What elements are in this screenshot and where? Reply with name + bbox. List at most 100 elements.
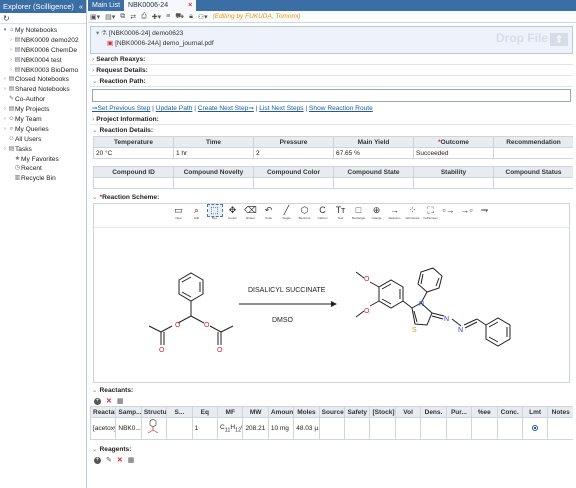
table-cell[interactable]: [173, 177, 254, 189]
column-header[interactable]: MF: [217, 406, 244, 418]
section-reaction-details[interactable]: ⌄ Reaction Details:: [90, 125, 573, 136]
lock-icon[interactable]: 🔒︎: [189, 13, 193, 21]
tree-item[interactable]: › ⌕ My Queries: [0, 125, 86, 135]
table-options-icon[interactable]: ▦: [117, 397, 124, 405]
editor-tool-button[interactable]: ⬚ Box: [206, 204, 223, 221]
print-icon[interactable]: ⎙: [141, 13, 147, 21]
column-header[interactable]: [Stock]: [369, 406, 396, 418]
table-cell[interactable]: NBK0...: [115, 417, 142, 440]
tree-item[interactable]: ▥ Recycle Bin: [0, 174, 86, 184]
column-header[interactable]: %ee: [471, 406, 498, 418]
column-header[interactable]: Recommendation: [493, 136, 573, 148]
column-header[interactable]: Moles: [293, 406, 320, 418]
column-header[interactable]: Temperature: [93, 136, 174, 148]
column-header[interactable]: *Outcome: [413, 136, 494, 148]
table-cell[interactable]: [413, 177, 494, 189]
table-cell[interactable]: [344, 417, 371, 440]
table-cell[interactable]: [493, 147, 573, 159]
tree-item[interactable]: › ☺ My Team: [0, 115, 86, 125]
path-link[interactable]: Update Path: [156, 105, 193, 112]
table-cell[interactable]: 20 °C: [93, 147, 174, 159]
column-header[interactable]: Pur...: [445, 406, 473, 418]
table-cell[interactable]: 1 hr: [173, 147, 254, 159]
table-cell[interactable]: [420, 417, 447, 440]
section-search-reaxys[interactable]: › Search Reaxys:: [90, 54, 573, 65]
add-icon[interactable]: ✚▾: [152, 13, 161, 21]
section-reaction-path[interactable]: ⌄ Reaction Path:: [90, 76, 573, 87]
editor-tool-button[interactable]: ⌫ Eraser: [244, 205, 258, 221]
column-header[interactable]: Stability: [413, 166, 494, 178]
table-cell[interactable]: [acetoxy(p...: [90, 417, 117, 440]
table-cell[interactable]: [140, 417, 168, 440]
editor-tool-button[interactable]: ⛶ FullScreen: [424, 205, 438, 221]
attachment-file[interactable]: ▣ [NBK0006-24A] demo_journal.pdf: [107, 39, 214, 47]
editor-tool-button[interactable]: Tт Text: [334, 205, 348, 221]
table-cell[interactable]: [333, 177, 414, 189]
column-header[interactable]: Vol: [394, 406, 422, 418]
column-header[interactable]: S...: [166, 406, 193, 418]
molecular-formula[interactable]: C11H12O4: [217, 417, 244, 440]
table-cell[interactable]: 2: [253, 147, 334, 159]
editor-tool-button[interactable]: □ Rectangle: [352, 205, 366, 221]
tree-item[interactable]: › ▤ NBK0003 BioDemo: [0, 66, 86, 76]
tree-item[interactable]: › ▤ NBK0009 demo202: [0, 36, 86, 46]
close-tab-icon[interactable]: ×: [188, 2, 192, 9]
editor-tool-button[interactable]: ✥ Center: [226, 205, 240, 221]
column-header[interactable]: Main Yield: [333, 136, 414, 148]
save-icon[interactable]: ▣▾: [90, 13, 100, 21]
add-reactant-button[interactable]: +: [94, 397, 101, 405]
delete-reagent-button[interactable]: ✕: [117, 456, 123, 464]
editor-tool-button[interactable]: ↶ Undo: [262, 205, 276, 221]
cart-icon[interactable]: ⛟: [175, 12, 184, 21]
editor-tool-button[interactable]: C Carbon: [316, 205, 330, 221]
tree-item[interactable]: › ▤ My Projects: [0, 105, 86, 115]
tree-item[interactable]: › ▤ NBK0006 ChemDe: [0, 46, 86, 56]
column-header[interactable]: Conc.: [496, 406, 523, 418]
share-icon[interactable]: ⚇▾: [198, 13, 208, 21]
column-header[interactable]: Compound Status: [493, 166, 573, 178]
table-cell[interactable]: [471, 417, 498, 440]
editor-tool-button[interactable]: ⇁: [478, 205, 492, 221]
path-link[interactable]: ⇒Set Previous Step: [92, 105, 150, 112]
reaction-scheme-editor[interactable]: ▭ New ⌕ Hilit ⬚ Box ✥ Center ⌫ Eraser ↶ Undo ╱ Single…: [93, 203, 570, 383]
column-header[interactable]: Notes: [547, 406, 573, 418]
table-cell[interactable]: 10 mg: [267, 417, 295, 440]
table-cell[interactable]: [253, 177, 334, 189]
folder-icon[interactable]: ▤▾: [105, 13, 115, 21]
tab-main-list[interactable]: Main List: [88, 0, 124, 11]
column-header[interactable]: Lmt: [521, 406, 549, 418]
table-cell[interactable]: [445, 417, 473, 440]
delete-reactant-button[interactable]: ✕: [106, 397, 112, 405]
editor-tool-button[interactable]: ⊕ Charge: [370, 205, 384, 221]
table-cell[interactable]: [369, 417, 396, 440]
editor-tool-button[interactable]: → Reaction: [388, 205, 402, 221]
column-header[interactable]: Compound ID: [93, 166, 174, 178]
table-cell[interactable]: [521, 417, 549, 440]
reaction-canvas[interactable]: O O O O DISALICYL SUCCINATE DMSO O O S N…: [94, 228, 569, 378]
column-header[interactable]: Time: [173, 136, 254, 148]
section-reaction-scheme[interactable]: ⌄ *Reaction Scheme:: [90, 192, 573, 203]
path-link[interactable]: Create Next Step⇒: [198, 105, 254, 112]
section-reagents[interactable]: ⌄ Reagents:: [90, 444, 573, 455]
table-cell[interactable]: [394, 417, 422, 440]
drop-file-zone[interactable]: Drop File ⇧: [496, 31, 568, 46]
table-cell[interactable]: [166, 417, 193, 440]
section-request-details[interactable]: › Request Details:: [90, 65, 573, 76]
add-reagent-button[interactable]: +: [94, 456, 101, 464]
column-header[interactable]: Compound State: [333, 166, 414, 178]
column-header[interactable]: Reactant: [90, 406, 117, 418]
table-cell[interactable]: Succeeded: [413, 147, 494, 159]
table-cell[interactable]: [547, 417, 573, 440]
tree-item[interactable]: ◷ Recent: [0, 164, 86, 174]
table-cell[interactable]: [496, 417, 523, 440]
table-cell[interactable]: 208.21: [242, 417, 269, 440]
column-header[interactable]: MW: [242, 406, 269, 418]
column-header[interactable]: Structure: [140, 406, 168, 418]
column-header[interactable]: Samp...: [115, 406, 142, 418]
arrows-icon[interactable]: ⇄: [130, 13, 136, 21]
list-icon[interactable]: ≡: [166, 13, 170, 20]
table-cell[interactable]: 67.65 %: [333, 147, 414, 159]
editor-tool-button[interactable]: ⌕ Hilit: [190, 205, 204, 221]
reaction-path-input[interactable]: [92, 89, 571, 102]
column-header[interactable]: Amount: [267, 406, 295, 418]
